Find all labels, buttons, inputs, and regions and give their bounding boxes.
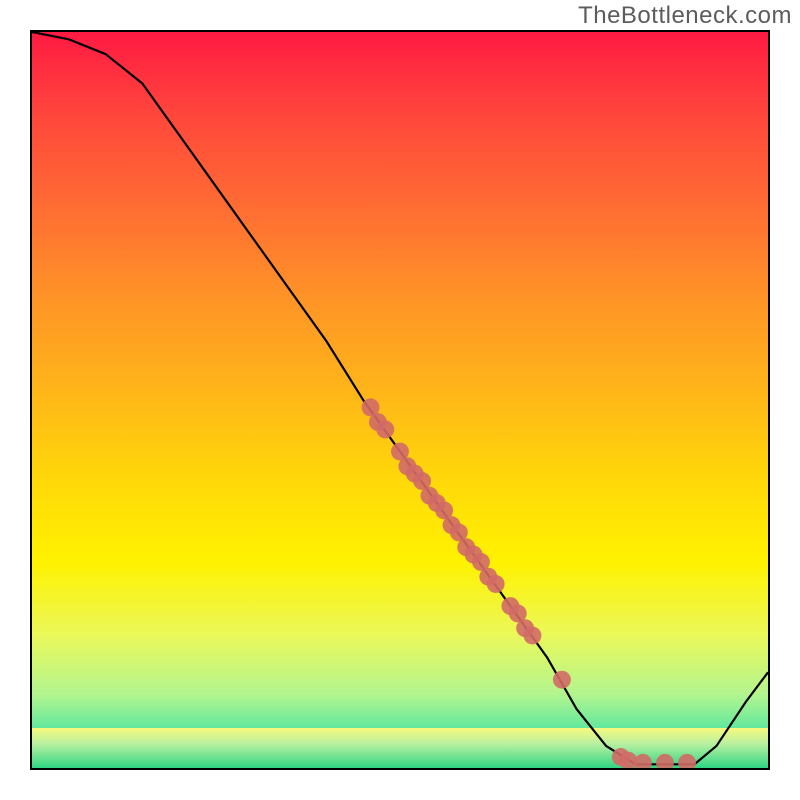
chart-overlay-svg	[32, 32, 768, 768]
data-points-group	[362, 398, 696, 768]
data-point	[376, 420, 394, 438]
bottleneck-curve	[32, 32, 768, 764]
data-point	[678, 754, 696, 768]
data-point	[553, 671, 571, 689]
data-point	[487, 575, 505, 593]
chart-stage: TheBottleneck.com	[0, 0, 800, 800]
plot-area	[30, 30, 770, 770]
data-point	[524, 627, 542, 645]
data-point	[634, 754, 652, 768]
data-point	[656, 754, 674, 768]
watermark-text: TheBottleneck.com	[578, 2, 792, 30]
